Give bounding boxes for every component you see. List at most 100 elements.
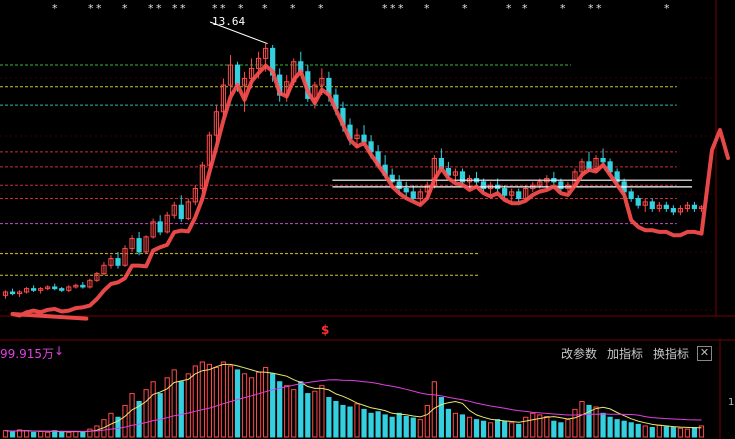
candle-body	[586, 161, 592, 170]
volume-bar	[677, 427, 684, 438]
volume-bar	[185, 373, 191, 438]
volume-bar	[150, 381, 156, 438]
volume-bar	[621, 420, 627, 438]
volume-bar	[670, 427, 676, 438]
peak-price-label: 13.64	[212, 15, 246, 28]
candle-body	[396, 181, 402, 190]
volume-bar	[403, 415, 409, 438]
volume-bar	[375, 411, 381, 438]
annotation-curve	[10, 63, 730, 321]
candle-body	[80, 284, 86, 288]
signal-star: *	[462, 2, 468, 15]
candle-body	[502, 188, 508, 196]
signal-star: *	[156, 2, 162, 15]
volume-bar	[171, 369, 177, 438]
candle-body	[59, 288, 65, 291]
signal-star: *	[172, 2, 178, 15]
volume-bar	[466, 416, 473, 438]
volume-bar	[586, 404, 592, 438]
candle-body	[670, 208, 676, 213]
volume-bar	[255, 371, 262, 438]
signal-star: *	[96, 2, 102, 15]
volume-bar	[241, 373, 248, 438]
signal-star: *	[180, 2, 186, 15]
volume-bar	[38, 430, 44, 438]
candle-body	[600, 157, 606, 163]
signal-star: *	[424, 2, 430, 15]
volume-bar	[94, 425, 100, 438]
signal-star: *	[382, 2, 388, 15]
volume-ma-line	[5, 363, 702, 433]
volume-bar	[129, 393, 135, 438]
volume-bar	[80, 431, 86, 438]
candle-body	[157, 221, 163, 233]
candle-body	[410, 191, 416, 200]
close-icon[interactable]: ✕	[697, 346, 712, 361]
candle-body	[649, 201, 655, 210]
volume-bar	[164, 377, 170, 438]
candle-body	[516, 191, 522, 200]
volume-bar	[354, 403, 360, 438]
volume-axis-tick: 1	[728, 397, 735, 408]
volume-bar	[87, 428, 93, 438]
candle-body	[9, 291, 16, 295]
volume-bar	[248, 377, 255, 438]
volume-bar	[438, 397, 444, 438]
volume-bar	[73, 430, 79, 438]
volume-bar	[298, 381, 304, 438]
candle-body	[115, 258, 121, 266]
volume-bar	[579, 400, 585, 438]
volume-bar	[45, 431, 51, 438]
candle-body	[558, 181, 564, 190]
volume-bar	[291, 389, 297, 438]
volume-bar	[410, 417, 416, 438]
signal-star: *	[88, 2, 94, 15]
modify-params-button[interactable]: 改参数	[561, 345, 597, 362]
volume-bar	[389, 416, 395, 438]
volume-bar	[340, 404, 346, 438]
volume-bar	[530, 412, 536, 438]
volume-bar	[572, 408, 578, 438]
volume-bar	[600, 412, 606, 438]
signal-star: *	[148, 2, 154, 15]
volume-bar	[213, 367, 220, 438]
signal-star: *	[398, 2, 404, 15]
signal-star: *	[318, 2, 324, 15]
signal-star: *	[220, 2, 226, 15]
candle-body	[31, 288, 37, 291]
signal-star: *	[290, 2, 296, 15]
volume-bar	[59, 430, 65, 438]
volume-bar	[523, 416, 529, 438]
candle-body	[52, 286, 58, 290]
volume-bar	[284, 385, 290, 438]
volume-bar	[206, 363, 212, 438]
signal-star: *	[122, 2, 128, 15]
volume-bar	[2, 430, 9, 438]
volume-bar	[565, 419, 571, 438]
volume-bar	[326, 397, 332, 438]
signal-star: *	[560, 2, 566, 15]
volume-bar	[9, 430, 16, 438]
volume-bar	[234, 369, 241, 438]
volume-bar	[614, 419, 620, 438]
volume-bar	[684, 428, 691, 438]
switch-indicator-button[interactable]: 换指标	[653, 345, 689, 362]
candle-body	[361, 134, 367, 143]
volume-bar	[192, 365, 198, 438]
volume-bar	[31, 431, 37, 438]
signal-star: *	[588, 2, 594, 15]
volume-bar	[452, 412, 459, 438]
volume-bar	[558, 422, 564, 438]
candle-body	[136, 238, 142, 253]
signal-star: *	[506, 2, 512, 15]
volume-bar	[424, 404, 430, 438]
volume-bar	[220, 361, 227, 438]
volume-bar	[312, 390, 318, 438]
volume-bar	[607, 416, 613, 438]
signal-star: *	[52, 2, 58, 15]
add-indicator-button[interactable]: 加指标	[607, 345, 643, 362]
candlestick-chart: * * * * * * * * * * * * * * * * * * * * * * * * *	[0, 0, 735, 439]
candle-body	[635, 198, 641, 206]
down-arrow-icon: ↓	[54, 344, 65, 358]
volume-bar	[178, 381, 184, 438]
